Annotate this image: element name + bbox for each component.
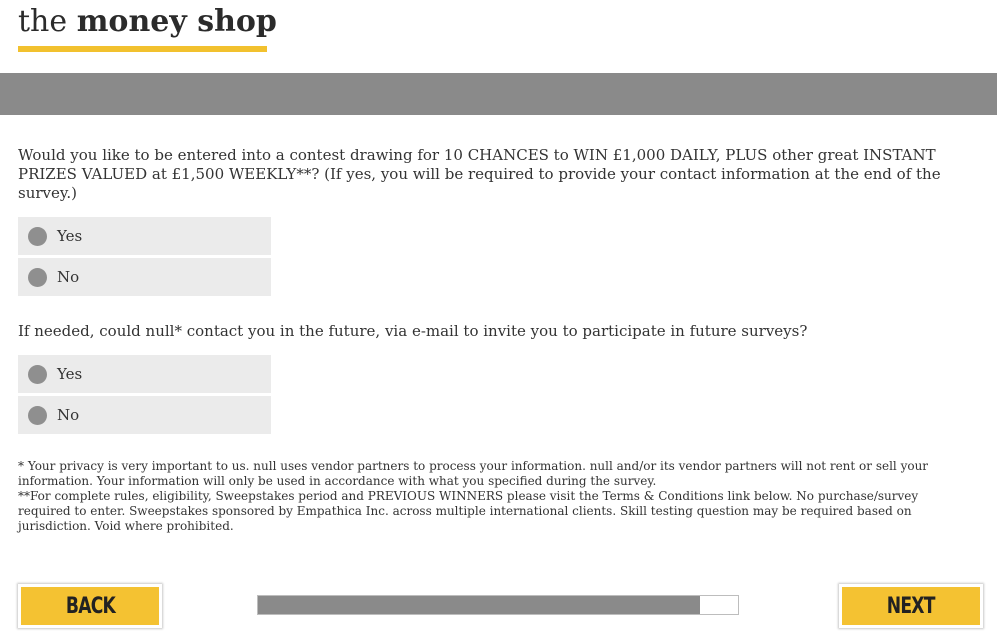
option-label: No	[57, 406, 80, 424]
option-label: Yes	[57, 365, 83, 383]
option-label: Yes	[57, 227, 83, 245]
radio-icon[interactable]	[28, 227, 47, 246]
contact-yes-option[interactable]: Yes	[18, 355, 271, 393]
radio-icon[interactable]	[28, 406, 47, 425]
privacy-footnote: * Your privacy is very important to us. …	[18, 459, 929, 488]
logo-brand: money shop	[76, 4, 277, 39]
rules-footnote: **For complete rules, eligibility, Sweep…	[18, 489, 919, 533]
question-contact: If needed, could null* contact you in th…	[18, 322, 808, 340]
progress-fill	[258, 596, 700, 614]
radio-icon[interactable]	[28, 365, 47, 384]
option-label: No	[57, 268, 80, 286]
logo: the money shop	[18, 4, 277, 52]
back-button[interactable]: BACK	[18, 584, 162, 628]
next-button-label: NEXT	[887, 593, 936, 619]
logo-underline	[18, 46, 267, 52]
back-button-label: BACK	[65, 593, 115, 619]
progress-bar	[257, 595, 739, 615]
logo-text: the money shop	[18, 4, 277, 40]
next-button[interactable]: NEXT	[839, 584, 983, 628]
contact-no-option[interactable]: No	[18, 396, 271, 434]
question-contest: Would you like to be entered into a cont…	[18, 146, 941, 202]
radio-icon[interactable]	[28, 268, 47, 287]
header-banner	[0, 73, 997, 115]
logo-prefix: the	[18, 4, 68, 39]
contest-no-option[interactable]: No	[18, 258, 271, 296]
contest-yes-option[interactable]: Yes	[18, 217, 271, 255]
